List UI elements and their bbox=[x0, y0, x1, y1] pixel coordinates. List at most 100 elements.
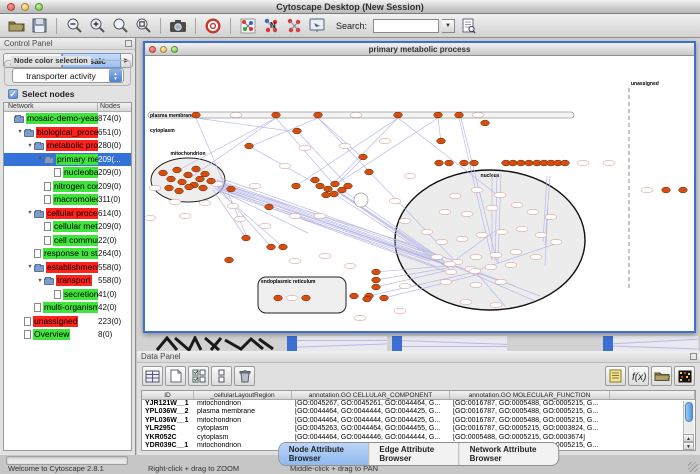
network-label-node[interactable] bbox=[545, 214, 557, 219]
tree-row[interactable]: ▼biological_process651(0) bbox=[4, 126, 131, 140]
network-zoom-button[interactable] bbox=[171, 46, 178, 53]
network-edge[interactable] bbox=[276, 118, 335, 186]
expand-arrow-icon[interactable]: ▼ bbox=[36, 278, 44, 284]
network-node[interactable] bbox=[679, 187, 688, 193]
network-edge[interactable] bbox=[175, 118, 276, 172]
network-label-node[interactable] bbox=[399, 218, 411, 223]
network-label-node[interactable] bbox=[389, 198, 401, 203]
network-label-node[interactable] bbox=[445, 269, 457, 274]
network-label-node[interactable] bbox=[535, 232, 547, 237]
expand-arrow-icon[interactable]: ▼ bbox=[26, 264, 34, 270]
network-label-node[interactable] bbox=[259, 223, 271, 228]
network-edge[interactable] bbox=[318, 118, 363, 158]
network-label-node[interactable] bbox=[439, 209, 451, 214]
network-edge[interactable] bbox=[335, 158, 363, 186]
network-node[interactable] bbox=[311, 177, 320, 183]
tree-row[interactable]: response to stimulu264(0) bbox=[4, 247, 131, 261]
network-label-node[interactable] bbox=[494, 192, 506, 197]
network-label-node[interactable] bbox=[339, 143, 351, 148]
scrollbar-thumb[interactable] bbox=[685, 402, 693, 422]
hide-labels-button[interactable] bbox=[284, 16, 304, 36]
network-minimize-button[interactable] bbox=[160, 46, 167, 53]
function-builder-button[interactable]: f(x) bbox=[628, 366, 649, 386]
tree-row[interactable]: nitrogen compo209(0) bbox=[4, 180, 131, 194]
network-node[interactable] bbox=[517, 160, 526, 166]
network-ring-node[interactable] bbox=[354, 193, 368, 207]
network-label-node[interactable] bbox=[227, 203, 239, 208]
network-node[interactable] bbox=[350, 293, 359, 299]
zoom-window-button[interactable] bbox=[35, 3, 43, 11]
tree-row[interactable]: ▼primary metabo209(... bbox=[4, 153, 131, 167]
background-window-fragment[interactable] bbox=[392, 336, 507, 351]
network-label-node[interactable] bbox=[461, 211, 473, 216]
network-tool-button[interactable] bbox=[238, 16, 258, 36]
network-label-node[interactable] bbox=[279, 163, 291, 168]
table-column-header[interactable]: annotation.GO MOLECULAR_FUNCTION bbox=[450, 391, 610, 399]
search-input[interactable] bbox=[373, 19, 439, 33]
browser-tab[interactable]: Edge Attribute Browser bbox=[369, 443, 459, 465]
network-node[interactable] bbox=[272, 112, 281, 118]
browser-tab[interactable]: Node Attribute Browser bbox=[279, 443, 370, 465]
vizmapper-button[interactable] bbox=[307, 16, 327, 36]
network-label-node[interactable] bbox=[471, 187, 483, 192]
network-node[interactable] bbox=[267, 244, 276, 250]
scroll-up-button[interactable]: ▲ bbox=[683, 434, 694, 442]
network-label-node[interactable] bbox=[350, 112, 362, 117]
network-label-node[interactable] bbox=[444, 261, 456, 266]
zoom-selected-button[interactable] bbox=[133, 16, 153, 36]
network-node[interactable] bbox=[196, 176, 205, 182]
network-node[interactable] bbox=[192, 166, 201, 172]
network-label-node[interactable] bbox=[145, 215, 156, 220]
float-panel-icon[interactable] bbox=[125, 40, 132, 47]
table-column-header[interactable]: _cellularLayoutRegion bbox=[194, 391, 292, 399]
tree-row[interactable]: mosaic-demo-yeast874(0) bbox=[4, 112, 131, 126]
zoom-out-button[interactable] bbox=[64, 16, 84, 36]
network-node[interactable] bbox=[434, 112, 443, 118]
network-label-node[interactable] bbox=[249, 183, 261, 188]
network-edge[interactable] bbox=[328, 118, 398, 189]
network-node[interactable] bbox=[279, 244, 288, 250]
network-label-node[interactable] bbox=[496, 229, 508, 234]
select-attributes-button[interactable] bbox=[142, 366, 163, 386]
network-node[interactable] bbox=[435, 160, 444, 166]
network-close-button[interactable] bbox=[149, 46, 156, 53]
network-node[interactable] bbox=[201, 171, 210, 177]
network-label-node[interactable] bbox=[495, 279, 507, 284]
network-label-node[interactable] bbox=[299, 145, 311, 150]
network-node[interactable] bbox=[372, 284, 381, 290]
create-attribute-button[interactable] bbox=[165, 366, 186, 386]
network-label-node[interactable] bbox=[440, 279, 452, 284]
network-label-node[interactable] bbox=[460, 299, 472, 304]
network-node[interactable] bbox=[185, 184, 194, 190]
table-row[interactable]: YPL036W__1mitochondrion[GO:0044464, GO:0… bbox=[142, 417, 695, 425]
tree-column-network[interactable]: Network bbox=[4, 103, 98, 111]
network-node[interactable] bbox=[227, 186, 236, 192]
float-panel-icon[interactable] bbox=[690, 353, 697, 360]
network-node[interactable] bbox=[394, 112, 403, 118]
network-node[interactable] bbox=[316, 183, 325, 189]
network-label-node[interactable] bbox=[485, 264, 497, 269]
search-dropdown-button[interactable]: ▼ bbox=[442, 19, 455, 33]
background-window-fragment[interactable] bbox=[603, 336, 698, 351]
network-node[interactable] bbox=[245, 143, 254, 149]
network-label-node[interactable] bbox=[179, 213, 191, 218]
unselect-all-attributes-button[interactable] bbox=[211, 366, 232, 386]
table-row[interactable]: YKR052Ccytoplasm[GO:0044464, GO:0044446,… bbox=[142, 434, 695, 442]
network-label-node[interactable] bbox=[421, 229, 433, 234]
table-column-header[interactable]: ID bbox=[142, 391, 194, 399]
network-label-node[interactable] bbox=[641, 187, 653, 192]
zoom-actual-button[interactable] bbox=[110, 16, 130, 36]
expand-arrow-icon[interactable]: ▼ bbox=[26, 143, 34, 149]
network-node[interactable] bbox=[509, 160, 518, 166]
tree-row[interactable]: ▼metabolic process280(0) bbox=[4, 139, 131, 153]
network-node[interactable] bbox=[363, 296, 372, 302]
network-node[interactable] bbox=[455, 112, 464, 118]
network-node[interactable] bbox=[302, 295, 311, 301]
network-node[interactable] bbox=[322, 192, 331, 198]
network-label-node[interactable] bbox=[472, 112, 484, 117]
network-node[interactable] bbox=[175, 188, 184, 194]
network-view-titlebar[interactable]: primary metabolic process bbox=[145, 43, 694, 56]
show-labels-button[interactable]: N bbox=[261, 16, 281, 36]
network-node[interactable] bbox=[314, 112, 323, 118]
network-node[interactable] bbox=[242, 235, 251, 241]
